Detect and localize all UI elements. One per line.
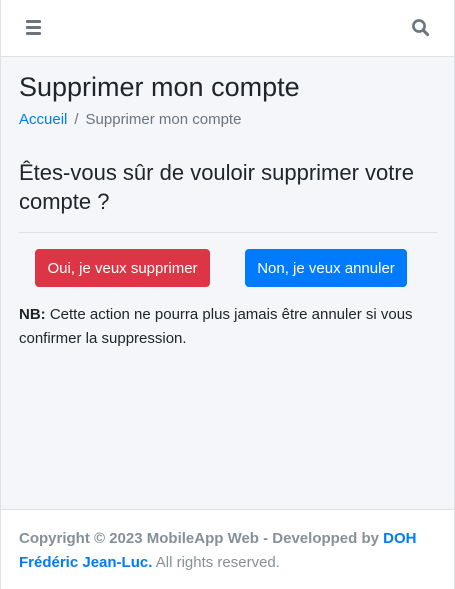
top-navbar	[1, 0, 454, 57]
cancel-delete-button[interactable]: Non, je veux annuler	[245, 249, 407, 287]
footer-copyright: Copyright © 2023 MobileApp Web - Develop…	[19, 530, 384, 547]
note-label: NB:	[19, 306, 46, 323]
warning-note: NB: Cette action ne pourra plus jamais ê…	[19, 303, 439, 351]
search-icon[interactable]	[411, 18, 431, 38]
footer-rights: All rights reserved.	[152, 554, 280, 571]
footer: Copyright © 2023 MobileApp Web - Develop…	[1, 509, 454, 589]
confirmation-question: Êtes-vous sûr de vouloir supprimer votre…	[19, 160, 414, 214]
confirm-delete-button[interactable]: Oui, je veux supprimer	[35, 249, 210, 287]
breadcrumb-current: Supprimer mon compte	[85, 111, 242, 128]
breadcrumb-separator: /	[74, 111, 79, 128]
page-title: Supprimer mon compte	[19, 72, 300, 102]
note-text: Cette action ne pourra plus jamais être …	[19, 306, 413, 347]
divider	[19, 232, 438, 233]
hamburger-icon[interactable]	[26, 20, 41, 35]
breadcrumb-home-link[interactable]: Accueil	[19, 111, 67, 128]
breadcrumb: Accueil / Supprimer mon compte	[19, 111, 241, 128]
